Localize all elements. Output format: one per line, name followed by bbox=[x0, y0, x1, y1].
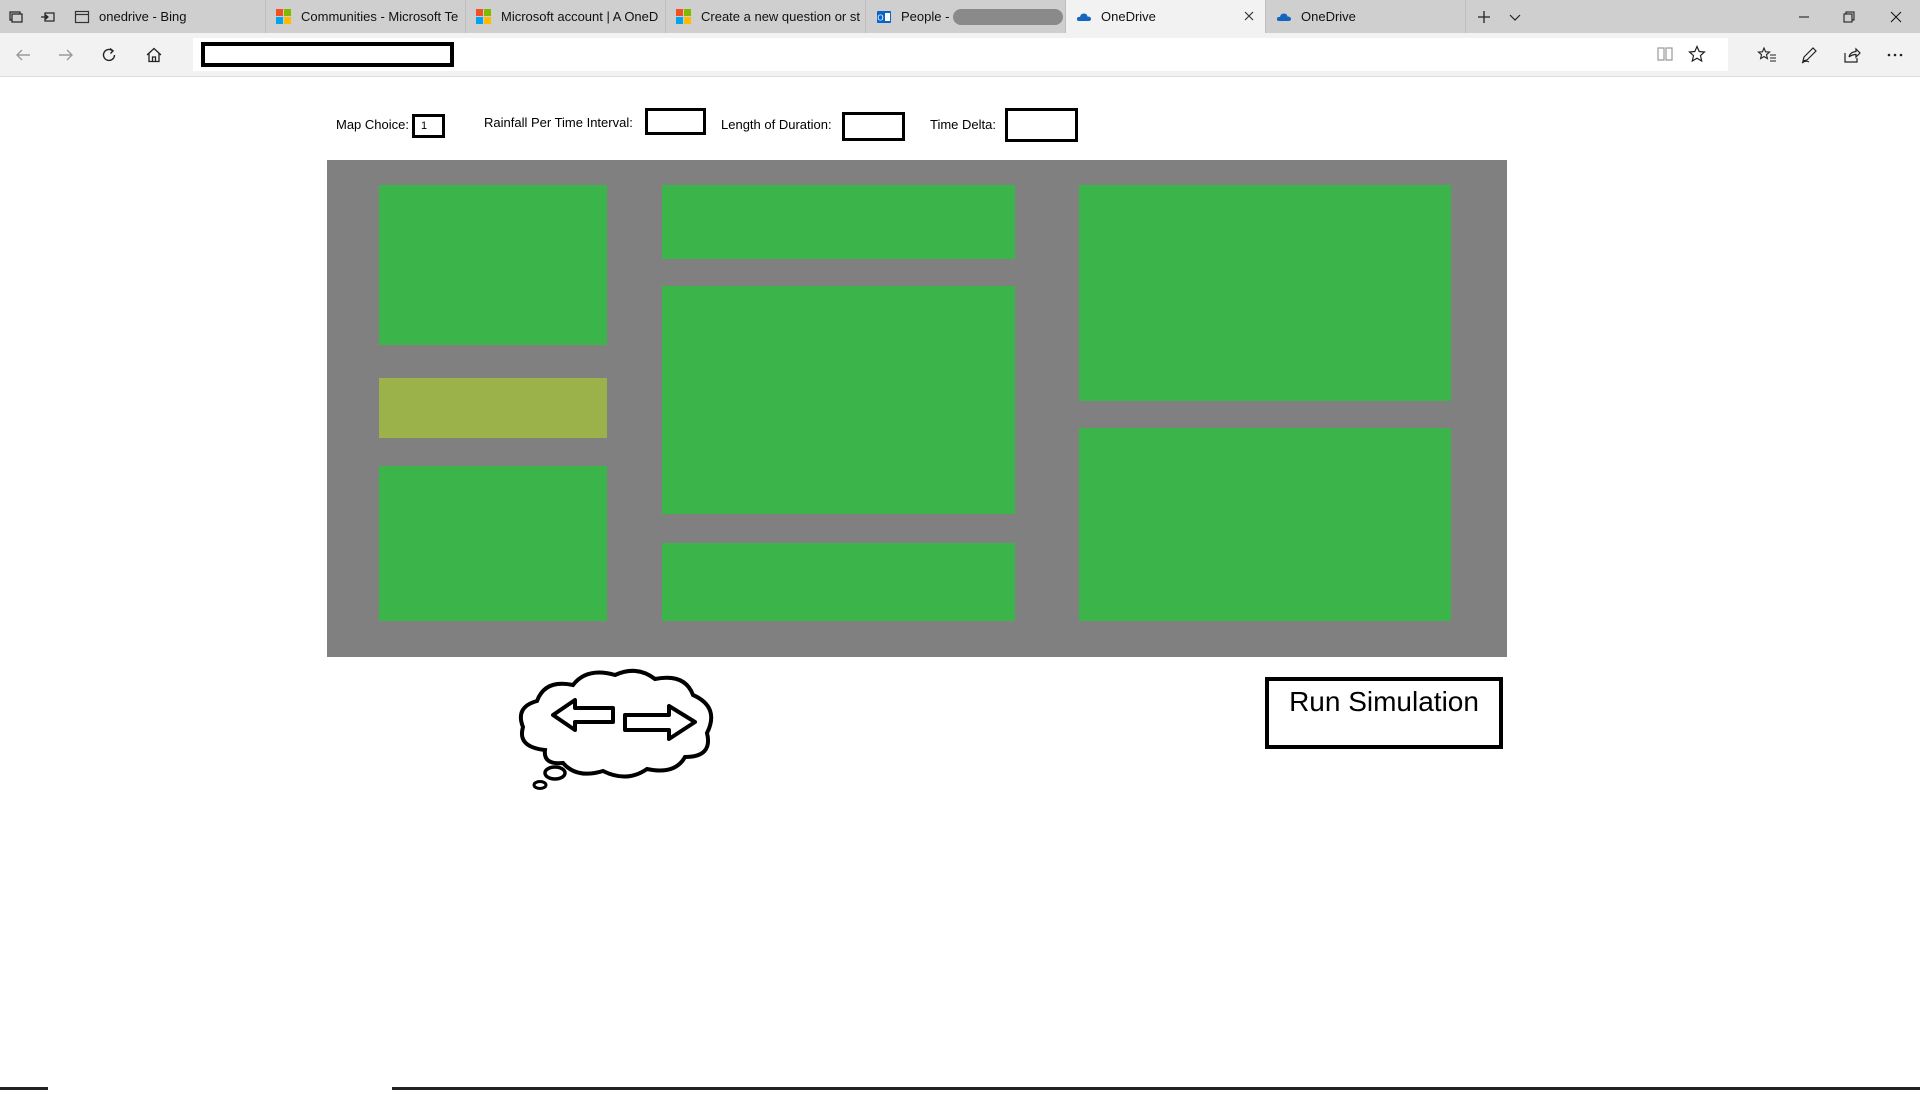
address-input[interactable] bbox=[201, 42, 454, 67]
map-choice-input[interactable] bbox=[412, 114, 445, 138]
grass-plot bbox=[379, 185, 607, 345]
tab-onedrive[interactable]: OneDrive bbox=[1266, 0, 1466, 33]
web-note-pen-icon[interactable] bbox=[1793, 39, 1825, 71]
microsoft-logo-icon bbox=[676, 8, 692, 25]
onedrive-cloud-icon bbox=[1276, 9, 1292, 25]
tab-title: OneDrive bbox=[1301, 9, 1356, 24]
tab-title: Communities - Microsoft Te bbox=[301, 9, 459, 24]
reading-view-icon[interactable] bbox=[1656, 45, 1674, 68]
duration-label: Length of Duration: bbox=[721, 117, 832, 132]
svg-text:O: O bbox=[877, 13, 883, 22]
tab-title: Create a new question or st bbox=[701, 9, 860, 24]
home-icon[interactable] bbox=[138, 39, 170, 71]
cloud-with-left-right-arrows-icon[interactable] bbox=[515, 665, 725, 795]
outlook-icon: O bbox=[876, 9, 892, 25]
tab-preview-chevron-icon[interactable] bbox=[1500, 0, 1530, 33]
time-delta-input[interactable] bbox=[1005, 108, 1078, 142]
simulation-map[interactable] bbox=[327, 160, 1507, 657]
tab-create-question[interactable]: Create a new question or st bbox=[666, 0, 866, 33]
duration-input[interactable] bbox=[842, 112, 905, 141]
close-tab-icon[interactable] bbox=[1241, 8, 1257, 24]
tab-title: Microsoft account | A OneD bbox=[501, 9, 659, 24]
highlighted-plot bbox=[379, 378, 607, 438]
tab-onedrive-active[interactable]: OneDrive bbox=[1066, 0, 1266, 33]
tab-strip: onedrive - Bing Communities - Microsoft … bbox=[0, 0, 1920, 33]
forward-icon[interactable] bbox=[50, 39, 82, 71]
navigation-bar bbox=[0, 33, 1920, 77]
back-icon[interactable] bbox=[7, 39, 39, 71]
tab-title: onedrive - Bing bbox=[99, 9, 187, 24]
simulation-parameters: Map Choice: Rainfall Per Time Interval: … bbox=[0, 105, 1920, 145]
tab-microsoft-account[interactable]: Microsoft account | A OneD bbox=[466, 0, 666, 33]
grass-plot bbox=[379, 466, 607, 621]
favorite-star-icon[interactable] bbox=[1688, 45, 1706, 68]
run-simulation-button[interactable]: Run Simulation bbox=[1265, 677, 1503, 749]
tab-title: People - bbox=[901, 9, 950, 24]
grass-plot bbox=[662, 286, 1015, 514]
new-tab-icon[interactable] bbox=[1468, 0, 1500, 33]
onedrive-cloud-icon bbox=[1076, 9, 1092, 25]
grass-plot bbox=[1079, 428, 1451, 621]
grass-plot bbox=[662, 543, 1015, 621]
microsoft-logo-icon bbox=[476, 8, 492, 25]
tab-communities[interactable]: Communities - Microsoft Te bbox=[266, 0, 466, 33]
close-window-icon[interactable] bbox=[1871, 0, 1920, 33]
tab-onedrive-bing[interactable]: onedrive - Bing bbox=[64, 0, 266, 33]
refresh-icon[interactable] bbox=[93, 39, 125, 71]
share-icon[interactable] bbox=[1836, 39, 1868, 71]
rainfall-label: Rainfall Per Time Interval: bbox=[484, 115, 633, 130]
tab-manager-icon[interactable] bbox=[1, 0, 31, 33]
restore-icon[interactable] bbox=[1826, 0, 1871, 33]
microsoft-logo-icon bbox=[276, 8, 292, 25]
tab-people[interactable]: O People - bbox=[866, 0, 1066, 33]
tab-title: OneDrive bbox=[1101, 9, 1156, 24]
page-icon bbox=[74, 9, 90, 25]
rainfall-input[interactable] bbox=[645, 108, 706, 135]
map-choice-label: Map Choice: bbox=[336, 117, 409, 132]
favorites-hub-icon[interactable] bbox=[1751, 39, 1783, 71]
more-menu-icon[interactable] bbox=[1879, 39, 1911, 71]
set-aside-tabs-icon[interactable] bbox=[33, 0, 63, 33]
grass-plot bbox=[1079, 185, 1451, 401]
minimize-icon[interactable] bbox=[1781, 0, 1826, 33]
redacted-text bbox=[953, 8, 1064, 25]
time-delta-label: Time Delta: bbox=[930, 117, 996, 132]
address-bar bbox=[193, 38, 1728, 71]
grass-plot bbox=[662, 185, 1015, 259]
